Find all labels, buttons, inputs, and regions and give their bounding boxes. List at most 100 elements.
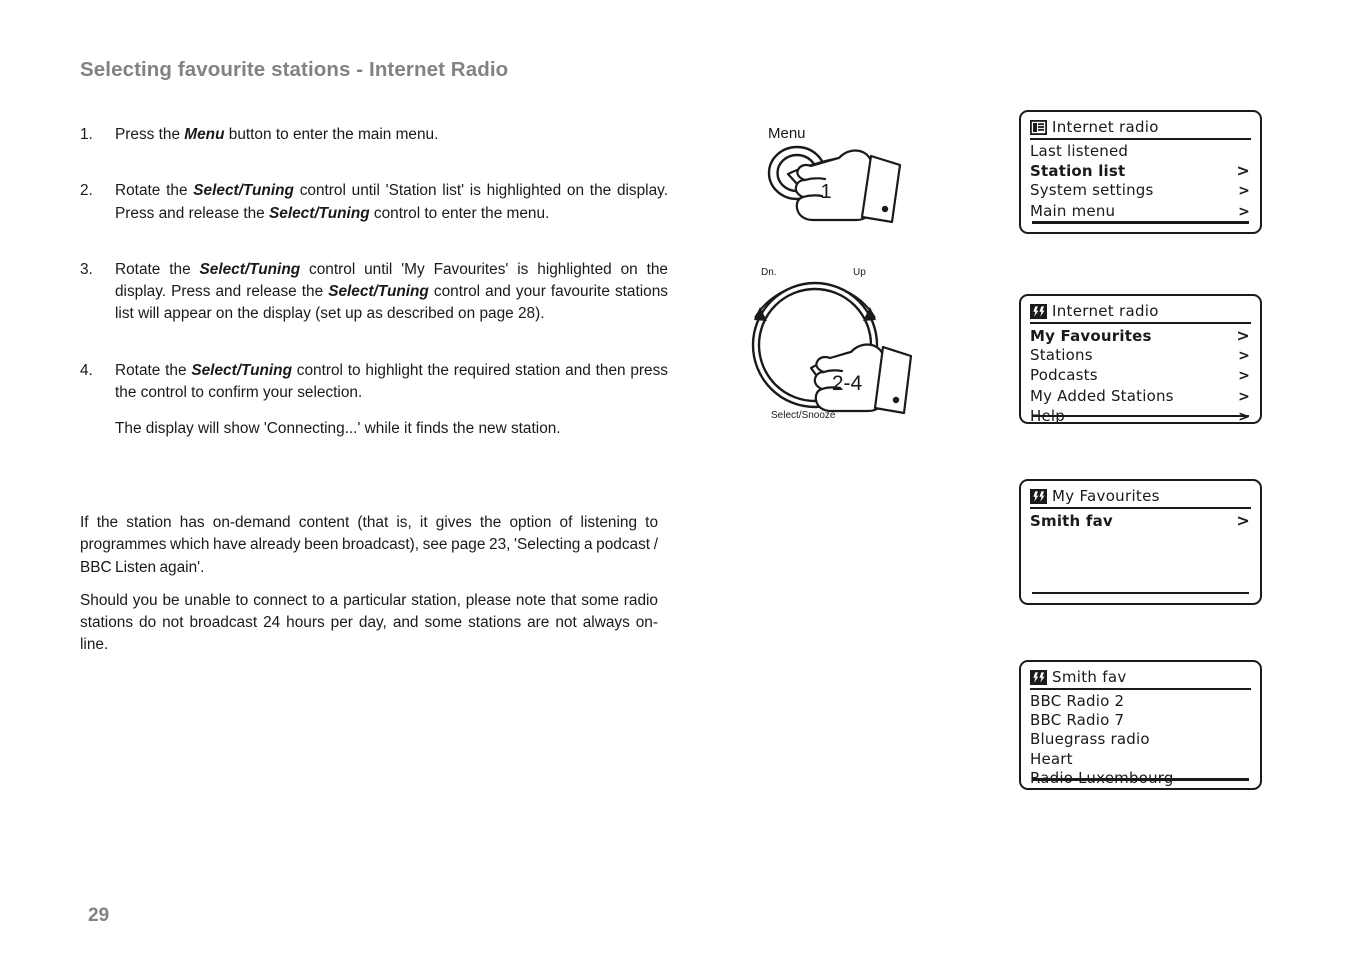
emphasis-term: Select/Tuning <box>191 361 292 379</box>
display-header: Smith fav <box>1030 669 1251 690</box>
display-menu-item[interactable]: Main menu > <box>1030 202 1251 222</box>
display-header: Internet radio <box>1030 303 1251 324</box>
emphasis-term: Menu <box>184 126 225 143</box>
step-number: 3. <box>80 260 93 278</box>
instruction-step: 4. Rotate the Select/Tuning control to hi… <box>80 360 668 441</box>
step-text: Rotate the Select/Tuning control until '… <box>115 261 668 323</box>
chevron-right-icon: > <box>1236 161 1250 181</box>
display-menu-list: Smith fav > <box>1030 511 1251 531</box>
display-menu-item[interactable]: BBC Radio 7 <box>1030 711 1251 730</box>
rotate-up-arrow-icon <box>838 287 876 321</box>
emphasis-term: Select/Tuning <box>328 283 429 301</box>
stations-icon <box>1030 489 1047 504</box>
display-menu-list: Last listened Station list > System setting… <box>1030 142 1251 222</box>
display-menu-item[interactable]: My Favourites > <box>1030 326 1251 346</box>
display-scroll-indicator <box>1032 777 1249 781</box>
rotary-down-label: Dn. <box>761 267 777 278</box>
display-title: My Favourites <box>1052 487 1160 505</box>
menu-step-number: 1 <box>820 181 831 203</box>
step-subtext: The display will show 'Connecting...' wh… <box>115 420 561 438</box>
emphasis-term: Select/Tuning <box>193 182 294 200</box>
step-text-run: Press the <box>115 126 185 143</box>
step-text: Press the Menu button to enter the main … <box>115 126 438 143</box>
menu-button-label: Menu <box>768 125 806 142</box>
display-menu-item[interactable]: Station list > <box>1030 161 1251 181</box>
display-menu-list: My Favourites > Stations > Podcasts > My Added… <box>1030 326 1251 427</box>
stations-icon <box>1030 304 1047 319</box>
instruction-list: 1. Press the Menu button to enter the mai… <box>80 124 668 441</box>
step-number: 4. <box>80 361 93 379</box>
display-menu-item[interactable]: Bluegrass radio <box>1030 730 1251 749</box>
instruction-step: 3. Rotate the Select/Tuning control until… <box>80 259 668 326</box>
display-scroll-indicator <box>1032 592 1249 594</box>
list-icon <box>1030 120 1047 135</box>
display-scroll-indicator <box>1032 415 1249 417</box>
note-paragraph: Should you be unable to connect to a par… <box>80 591 658 654</box>
display-menu-item[interactable]: Heart <box>1030 750 1251 769</box>
rotary-control-diagram: Dn. Up Select/Snooze 2-4 <box>751 267 913 421</box>
chevron-right-icon: > <box>1238 348 1250 365</box>
step-text: Rotate the Select/Tuning control until '… <box>115 182 668 221</box>
display-menu-item-label: Main menu <box>1030 201 1116 220</box>
display-title: Internet radio <box>1052 118 1159 136</box>
chevron-right-icon: > <box>1238 368 1250 385</box>
rotary-up-label: Up <box>853 267 866 278</box>
page-title: Selecting favourite stations - Internet … <box>80 58 509 81</box>
step-text-run: control to enter the menu. <box>369 204 550 222</box>
chevron-right-icon: > <box>1238 183 1250 200</box>
display-title: Smith fav <box>1052 668 1127 686</box>
note-paragraph: If the station has on-demand content (th… <box>80 514 658 576</box>
emphasis-term: Select/Tuning <box>269 204 370 222</box>
instruction-step: 2. Rotate the Select/Tuning control until… <box>80 180 668 225</box>
display-menu-item-label: System settings <box>1030 181 1154 200</box>
display-menu-item[interactable]: System settings > <box>1030 181 1251 201</box>
display-menu-item-label: Bluegrass radio <box>1030 730 1150 749</box>
rotate-down-arrow-icon <box>754 287 792 321</box>
step-number: 2. <box>80 182 93 200</box>
step-number: 1. <box>80 126 93 143</box>
display-menu-item[interactable]: BBC Radio 2 <box>1030 692 1251 711</box>
display-menu-item[interactable]: Last listened <box>1030 142 1251 161</box>
menu-button-illustration: Menu 1 <box>740 118 925 238</box>
chevron-right-icon: > <box>1238 203 1250 220</box>
display-menu-item-label: Station list <box>1030 162 1126 181</box>
chevron-right-icon: > <box>1238 408 1251 427</box>
display-panel-smith-fav: Smith fav BBC Radio 2 BBC Radio 7 Bluegrass… <box>1019 660 1262 790</box>
rotary-control-illustration: Dn. Up Select/Snooze 2-4 <box>735 255 930 435</box>
menu-button-diagram: Menu 1 <box>767 125 902 224</box>
display-menu-item[interactable]: My Added Stations > <box>1030 387 1251 407</box>
display-panel-internet-radio-main: Internet radio Last listened Station list >… <box>1019 110 1262 234</box>
display-menu-item-label: My Favourites <box>1030 327 1152 345</box>
display-panel-my-favourites: My Favourites Smith fav > <box>1019 479 1262 605</box>
step-text: Rotate the Select/Tuning control to high… <box>115 362 668 401</box>
display-header: My Favourites <box>1030 488 1251 509</box>
chevron-right-icon: > <box>1236 511 1250 530</box>
rotary-step-number: 2-4 <box>832 372 863 395</box>
display-menu-item-label: Podcasts <box>1030 366 1098 385</box>
step-text-run: Rotate the <box>115 260 200 278</box>
chevron-right-icon: > <box>1236 326 1250 345</box>
step-text-run: Rotate the <box>115 182 194 200</box>
display-menu-item-label: Smith fav <box>1030 512 1113 530</box>
instruction-step: 1. Press the Menu button to enter the mai… <box>80 124 668 146</box>
display-menu-item[interactable]: Smith fav > <box>1030 511 1251 531</box>
display-menu-item-label: BBC Radio 2 <box>1030 692 1125 710</box>
display-menu-item[interactable]: Podcasts > <box>1030 366 1251 386</box>
page-number: 29 <box>88 905 110 926</box>
display-menu-item[interactable]: Stations > <box>1030 346 1251 366</box>
chevron-right-icon: > <box>1238 388 1250 405</box>
display-menu-item-label: Last listened <box>1030 142 1129 160</box>
emphasis-term: Select/Tuning <box>199 260 301 278</box>
display-menu-item-label: Heart <box>1030 749 1073 768</box>
display-menu-item-label: Stations <box>1030 346 1093 365</box>
display-panel-internet-radio-station-list: Internet radio My Favourites > Stations > Pod… <box>1019 294 1262 427</box>
display-menu-item-label: My Added Stations <box>1030 386 1174 405</box>
step-text-run: Rotate the <box>115 361 192 379</box>
step-text-run: button to enter the main menu. <box>224 126 439 143</box>
display-scroll-indicator <box>1032 220 1249 224</box>
display-menu-list: BBC Radio 2 BBC Radio 7 Bluegrass radio Hea… <box>1030 692 1251 788</box>
display-title: Internet radio <box>1052 302 1159 320</box>
stations-icon <box>1030 670 1047 685</box>
display-header: Internet radio <box>1030 119 1251 140</box>
display-menu-item-label: BBC Radio 7 <box>1030 711 1125 730</box>
